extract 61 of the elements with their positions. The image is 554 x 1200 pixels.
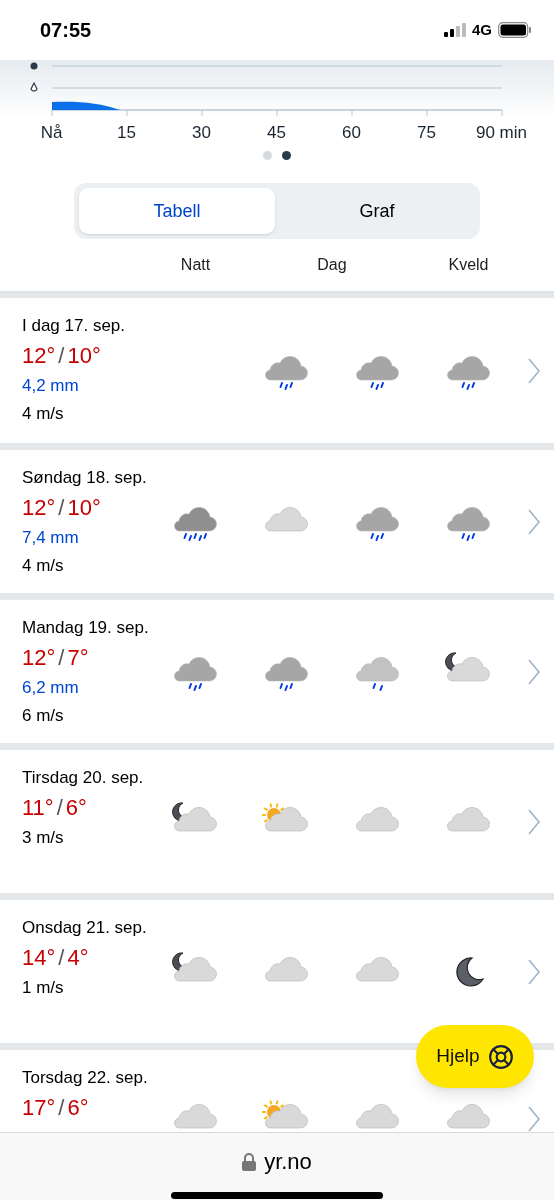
low-temperature: 10° [67,342,101,370]
lock-icon [242,1152,257,1171]
low-temperature: 4° [67,944,89,972]
chevron-right-icon[interactable] [528,808,540,835]
day-date: Søndag 18. sep. [22,467,148,489]
day-date: Onsdag 21. sep. [22,917,148,939]
url-text: yr.no [264,1148,312,1176]
wind-speed: 6 m/s [22,705,65,727]
chevron-right-icon[interactable] [528,958,540,985]
high-temperature: 12° [22,494,56,522]
lifebuoy-icon [487,1043,514,1070]
status-time: 07:55 [40,18,92,43]
high-temperature: 14° [22,944,56,972]
temperature-separator: / [58,644,65,672]
axis-label: Nå [39,122,64,145]
wind-speed: 3 m/s [22,827,65,849]
low-temperature: 7° [67,644,89,672]
heavy-drop-icon [30,62,38,70]
temperature-separator: / [56,794,63,822]
high-temperature: 17° [22,1094,56,1122]
temperature-separator: / [58,1094,65,1122]
column-header: Kveld [447,255,490,275]
axis-label: 75 [416,122,437,145]
temperature-separator: / [58,342,65,370]
precipitation-amount: 4,2 mm [22,375,80,397]
chevron-right-icon[interactable] [528,1106,540,1132]
chevron-right-icon[interactable] [528,508,540,535]
day-date: Tirsdag 20. sep. [22,767,145,789]
precipitation-amount: 6,2 mm [22,677,80,699]
day-date: Torsdag 22. sep. [22,1067,149,1089]
high-temperature: 11° [22,794,54,822]
column-header: Dag [316,255,348,275]
high-temperature: 12° [22,644,56,672]
axis-label: 15 [116,122,137,145]
axis-label: 45 [266,122,287,145]
chevron-right-icon[interactable] [528,658,540,685]
axis-label: 90 min [475,122,528,145]
precipitation-area [52,101,120,110]
temperature-separator: / [58,944,65,972]
wind-speed: 1 m/s [22,977,65,999]
chevron-right-icon[interactable] [528,357,540,384]
wind-speed: 4 m/s [22,403,65,425]
url-bar[interactable]: yr.no [0,1132,554,1200]
temperature-separator: / [58,494,65,522]
view-tab[interactable]: Tabell [79,188,275,234]
axis-label: 30 [191,122,212,145]
low-temperature: 6° [65,794,87,822]
wind-speed: 4 m/s [22,555,65,577]
low-temperature: 10° [67,494,101,522]
drop-icon [30,82,38,92]
network-type: 4G [472,19,492,40]
low-temperature: 6° [67,1094,89,1122]
column-header: Natt [179,255,212,275]
day-date: I dag 17. sep. [22,315,127,337]
view-tab[interactable]: Graf [279,188,475,234]
signal-icon [444,23,466,37]
battery-icon [498,22,532,38]
axis-label: 60 [341,122,362,145]
precipitation-amount: 7,4 mm [22,527,80,549]
high-temperature: 12° [22,342,56,370]
day-date: Mandag 19. sep. [22,617,150,639]
